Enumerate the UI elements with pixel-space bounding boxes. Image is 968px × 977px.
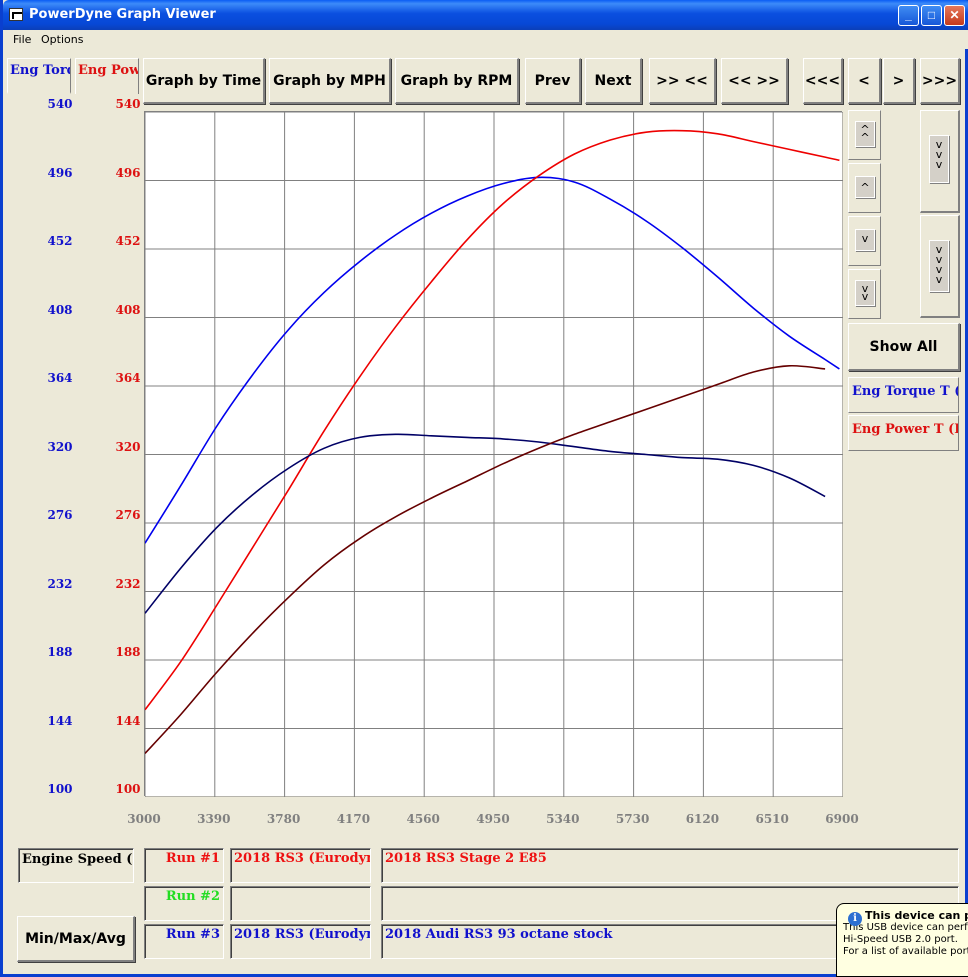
y-tick-label-torque: 496 bbox=[47, 165, 73, 180]
run-description-field-1[interactable]: 2018 RS3 Stage 2 E85 bbox=[381, 848, 959, 883]
info-icon: i bbox=[848, 912, 862, 926]
maximize-button[interactable]: □ bbox=[921, 5, 942, 26]
double-down-chevron-icon: vv bbox=[855, 280, 875, 306]
x-tick-label: 4560 bbox=[406, 812, 440, 826]
minimize-button[interactable]: _ bbox=[898, 5, 919, 26]
y-tick-label-torque: 276 bbox=[47, 508, 73, 522]
notification-line: For a list of available ports bbox=[843, 946, 968, 957]
run-label-2[interactable]: Run #2 bbox=[144, 886, 224, 921]
notification-title: This device can pe bbox=[865, 909, 968, 922]
triple-down-chevron-icon: vvvv bbox=[929, 240, 949, 292]
graph-by-mph-button[interactable]: Graph by MPH bbox=[269, 58, 391, 104]
x-tick-label: 5730 bbox=[615, 812, 650, 826]
zoom-in-button[interactable]: >> << bbox=[649, 58, 716, 104]
app-icon bbox=[9, 8, 23, 21]
y-tick-label-power: 452 bbox=[115, 234, 141, 248]
series-line-4 bbox=[144, 364, 826, 754]
down-chevron-icon: v bbox=[855, 229, 875, 251]
chart-svg bbox=[144, 111, 844, 798]
series-line-1 bbox=[144, 176, 840, 544]
chart-plot-area[interactable] bbox=[144, 111, 844, 798]
graph-by-time-button[interactable]: Graph by Time bbox=[143, 58, 265, 104]
run-label-3[interactable]: Run #3 bbox=[144, 924, 224, 959]
y-tick-label-power: 364 bbox=[115, 371, 141, 385]
y-tick-label-power: 100 bbox=[115, 782, 141, 796]
y-tick-label-torque: 232 bbox=[47, 576, 73, 591]
run-name-field-1[interactable]: 2018 RS3 (Eurodyne, I bbox=[230, 848, 371, 883]
up-chevron-icon: ^ bbox=[855, 176, 875, 198]
graph-by-rpm-button[interactable]: Graph by RPM bbox=[395, 58, 519, 104]
double-down-chevron-icon: vvv bbox=[929, 135, 949, 183]
y-tick-label-power: 144 bbox=[115, 713, 141, 728]
menu-file[interactable]: File bbox=[13, 33, 31, 46]
run-name-field-2[interactable] bbox=[230, 886, 371, 921]
y-tick-label-torque: 144 bbox=[47, 713, 73, 728]
zoom-out-button[interactable]: << >> bbox=[721, 58, 788, 104]
y-tick-label-power: 496 bbox=[115, 165, 141, 180]
x-tick-label: 4950 bbox=[476, 812, 510, 826]
menu-options[interactable]: Options bbox=[41, 33, 83, 46]
x-tick-label: 3390 bbox=[197, 812, 231, 826]
prev-button[interactable]: Prev bbox=[525, 58, 581, 104]
legend-eng-torque[interactable]: Eng Torque T (Ft- bbox=[848, 377, 959, 413]
x-tick-label: 3780 bbox=[266, 812, 301, 826]
x-tick-label: 3000 bbox=[127, 812, 161, 826]
series-line-2 bbox=[144, 129, 840, 711]
y-tick-label-power: 408 bbox=[115, 302, 141, 317]
y-tick-label-power: 276 bbox=[115, 508, 141, 522]
scroll-last-button[interactable]: >>> bbox=[920, 58, 960, 104]
y-tick-label-power: 188 bbox=[115, 645, 141, 659]
scroll-up-fast-button[interactable]: ^ ^ bbox=[848, 110, 881, 160]
y-tick-label-power: 540 bbox=[115, 97, 141, 111]
scroll-back-button[interactable]: < bbox=[848, 58, 881, 104]
scroll-down-fast-button[interactable]: vv bbox=[848, 269, 881, 319]
y-tick-label-power: 320 bbox=[115, 439, 141, 454]
zoom-in-vertical-button[interactable]: vvvv bbox=[920, 215, 960, 318]
tab-eng-torque[interactable]: Eng Torq bbox=[7, 58, 71, 94]
double-up-chevron-icon: ^ ^ bbox=[855, 121, 875, 147]
y-tick-label-torque: 320 bbox=[47, 439, 73, 454]
close-button[interactable]: ✕ bbox=[944, 5, 965, 26]
tab-eng-power[interactable]: Eng Powe bbox=[75, 58, 139, 94]
y-tick-label-torque: 100 bbox=[47, 782, 73, 796]
y-tick-label-torque: 364 bbox=[47, 371, 73, 385]
x-tick-label: 6900 bbox=[825, 812, 859, 826]
y-tick-label-power: 232 bbox=[115, 576, 141, 591]
x-tick-label: 5340 bbox=[546, 812, 580, 826]
x-tick-label: 6120 bbox=[685, 812, 720, 826]
run-label-1[interactable]: Run #1 bbox=[144, 848, 224, 883]
y-tick-label-torque: 540 bbox=[47, 97, 73, 111]
min-max-avg-button[interactable]: Min/Max/Avg bbox=[17, 916, 135, 962]
usb-notification-balloon[interactable]: i This device can pe This USB device can… bbox=[836, 903, 968, 977]
show-all-button[interactable]: Show All bbox=[848, 323, 960, 371]
app-window: PowerDyne Graph Viewer _ □ ✕ File Option… bbox=[0, 0, 968, 977]
notification-line: This USB device can perfo bbox=[843, 922, 968, 933]
scroll-down-button[interactable]: v bbox=[848, 216, 881, 266]
y-tick-label-torque: 452 bbox=[47, 234, 73, 248]
next-button[interactable]: Next bbox=[585, 58, 642, 104]
zoom-out-vertical-button[interactable]: vvv bbox=[920, 110, 960, 213]
run-name-field-3[interactable]: 2018 RS3 (Eurodyne, I bbox=[230, 924, 371, 959]
series-line-3 bbox=[144, 433, 826, 614]
menu-bar: File Options bbox=[6, 30, 968, 49]
scroll-forward-button[interactable]: > bbox=[883, 58, 915, 104]
x-axis-channel-field[interactable]: Engine Speed (RF bbox=[18, 848, 134, 883]
scroll-first-button[interactable]: <<< bbox=[803, 58, 843, 104]
y-tick-label-torque: 188 bbox=[47, 645, 73, 659]
window-title: PowerDyne Graph Viewer bbox=[29, 7, 216, 22]
notification-line: Hi-Speed USB 2.0 port. bbox=[843, 934, 958, 945]
title-bar[interactable]: PowerDyne Graph Viewer _ □ ✕ bbox=[3, 0, 968, 30]
legend-eng-power[interactable]: Eng Power T (HP bbox=[848, 415, 959, 451]
x-tick-label: 6510 bbox=[755, 812, 789, 826]
x-tick-label: 4170 bbox=[336, 812, 371, 826]
y-tick-label-torque: 408 bbox=[47, 302, 73, 317]
scroll-up-button[interactable]: ^ bbox=[848, 163, 881, 213]
